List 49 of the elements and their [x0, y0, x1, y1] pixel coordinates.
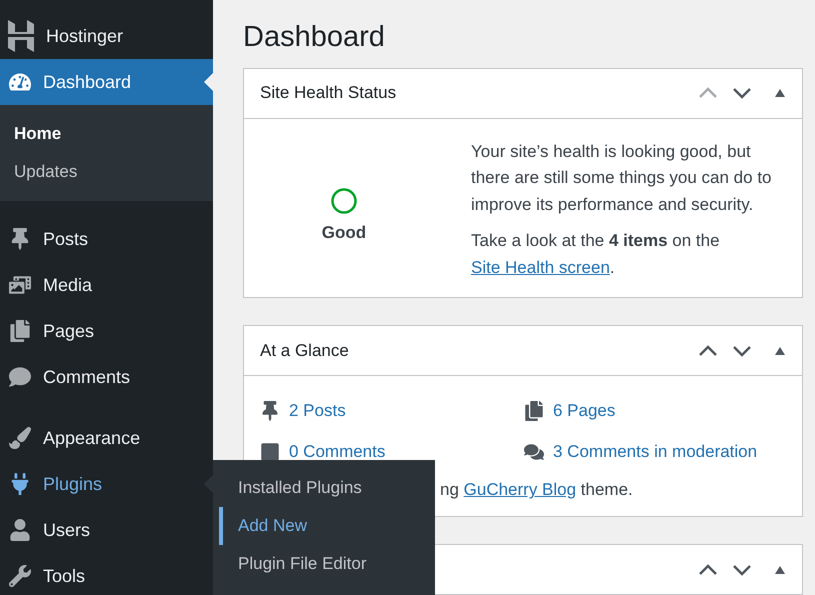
menu-icon — [9, 366, 31, 388]
menu-item[interactable]: Appearance — [0, 415, 213, 461]
menu-icon — [9, 427, 31, 449]
flyout-item[interactable]: Plugin File Editor — [219, 545, 435, 583]
menu-item[interactable]: Posts — [0, 216, 213, 262]
widget-title: Site Health Status — [260, 83, 398, 104]
menu-icon — [9, 565, 31, 587]
current-pointer-icon — [204, 73, 213, 91]
glance-link[interactable]: 0 Comments — [260, 437, 524, 466]
move-up-button[interactable] — [698, 344, 718, 357]
collapse-button[interactable] — [774, 564, 786, 575]
glance-link[interactable]: 6 Pages — [524, 396, 786, 426]
collapse-button[interactable] — [774, 346, 786, 356]
move-up-button[interactable] — [698, 564, 718, 576]
theme-link[interactable]: GuCherry Blog — [464, 480, 576, 500]
menu-icon — [9, 71, 31, 93]
move-down-button[interactable] — [732, 564, 752, 576]
page-title: Dashboard — [243, 20, 386, 55]
collapse-button[interactable] — [774, 88, 786, 98]
health-status: Good — [322, 223, 366, 244]
menu-icon — [9, 473, 31, 495]
brand-name: Hostinger — [46, 26, 124, 46]
pin-icon — [260, 400, 280, 421]
pages-icon — [524, 400, 544, 421]
menu-icon — [9, 228, 31, 250]
menu-item[interactable]: Plugins — [0, 461, 213, 507]
comments-icon — [524, 442, 544, 462]
submenu-item[interactable]: Updates — [0, 153, 213, 191]
glance-link[interactable]: 3 Comments in moderation — [524, 437, 786, 466]
menu-item[interactable]: Pages — [0, 308, 213, 354]
menu-icon — [9, 320, 31, 342]
menu-item[interactable]: Users — [0, 507, 213, 553]
move-down-button[interactable] — [732, 87, 752, 100]
health-message: Your site’s health is looking good, but there are still some things you can do to improve its performance and security. — [471, 140, 772, 216]
move-down-button[interactable] — [732, 344, 752, 357]
widget-title: At a Glance — [260, 340, 350, 361]
menu-icon — [9, 519, 31, 541]
flyout-item[interactable]: Installed Plugins — [219, 469, 435, 507]
submenu-item[interactable]: Home — [0, 115, 213, 153]
menu-item[interactable]: Comments — [0, 354, 213, 400]
health-items-text: Take a look at the 4 items on the Site Health screen. — [471, 230, 721, 279]
menu-item[interactable]: Media — [0, 262, 213, 308]
menu-item[interactable]: Tools — [0, 553, 213, 595]
logo-icon — [8, 20, 34, 52]
glance-link[interactable]: 2 Posts — [260, 396, 524, 426]
menu-icon — [9, 274, 31, 296]
site-health-link[interactable]: Site Health screen — [471, 258, 610, 277]
status-circle-icon — [330, 187, 358, 216]
menu-item[interactable]: Dashboard — [0, 59, 213, 105]
